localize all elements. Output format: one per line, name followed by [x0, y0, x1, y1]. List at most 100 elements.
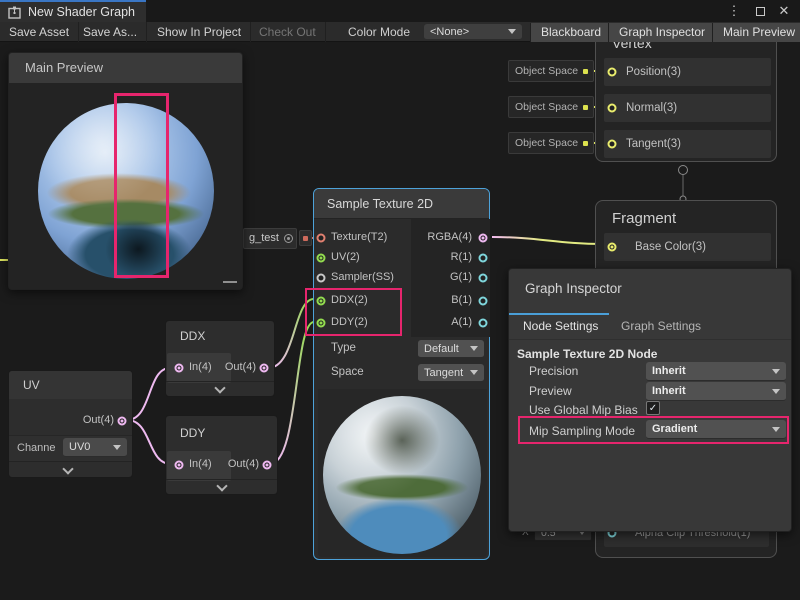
- rgba-output-label: RGBA(4): [427, 231, 472, 243]
- ddx-node[interactable]: DDX In(4) Out(4): [165, 320, 275, 397]
- mip-bias-checkbox[interactable]: ✓: [646, 401, 660, 415]
- precision-dropdown[interactable]: Inherit: [646, 362, 786, 381]
- type-dropdown[interactable]: Default: [418, 340, 484, 358]
- space-dropdown[interactable]: Tangent: [418, 364, 484, 382]
- main-preview-panel[interactable]: Main Preview: [8, 52, 243, 290]
- mip-mode-dropdown[interactable]: Gradient: [646, 420, 786, 439]
- base-color-port[interactable]: [608, 243, 617, 252]
- texture-input-port[interactable]: [317, 234, 326, 243]
- base-color-row: Base Color(3): [604, 233, 771, 261]
- tangent-space-pill[interactable]: Object Space: [508, 132, 594, 154]
- gtest-property-node[interactable]: g_test: [243, 228, 297, 249]
- gtest-output-port[interactable]: [303, 236, 308, 241]
- position-space-pill[interactable]: Object Space: [508, 60, 594, 82]
- color-mode-dropdown[interactable]: <None>: [424, 24, 522, 40]
- chevron-down-icon[interactable]: [62, 463, 73, 474]
- base-color-label: Base Color(3): [635, 233, 706, 261]
- b-output-label: B(1): [451, 294, 472, 306]
- tab-node-settings[interactable]: Node Settings: [523, 319, 598, 333]
- binding-dot-icon: [583, 105, 588, 110]
- tab-graph-settings[interactable]: Graph Settings: [621, 319, 701, 333]
- maximize-icon[interactable]: [750, 0, 770, 22]
- b-output-port[interactable]: [479, 297, 488, 306]
- save-asset-button[interactable]: Save Asset: [0, 22, 79, 42]
- sample-texture-2d-node[interactable]: Sample Texture 2D Texture(T2) UV(2) Samp…: [313, 188, 490, 560]
- uv-input-port[interactable]: [317, 254, 326, 263]
- uv-node-titlebar[interactable]: UV: [9, 371, 132, 399]
- blackboard-toggle-button[interactable]: Blackboard: [530, 23, 611, 42]
- vertex-normal-row: Normal(3): [604, 94, 771, 122]
- ddy-node[interactable]: DDY In(4) Out(4): [165, 415, 278, 495]
- edge-uv-ddx[interactable]: [127, 368, 170, 420]
- ddy-out-label: Out(4): [228, 458, 259, 470]
- ddx-in-label: In(4): [189, 361, 212, 373]
- window-titlebar[interactable]: New Shader Graph ⋮ ✕: [0, 0, 800, 22]
- close-icon[interactable]: ✕: [774, 0, 794, 22]
- r-output-label: R(1): [451, 251, 472, 263]
- ddy-out-port[interactable]: [263, 461, 272, 470]
- node-preview-area: [318, 389, 487, 557]
- ddx-input-port[interactable]: [317, 297, 326, 306]
- channel-dropdown[interactable]: UV0: [63, 438, 127, 457]
- normal-space-pill[interactable]: Object Space: [508, 96, 594, 118]
- dropdown-arrow-icon: [470, 346, 478, 351]
- sample-node-titlebar[interactable]: Sample Texture 2D: [314, 189, 489, 219]
- graph-inspector-title: Graph Inspector: [525, 281, 622, 296]
- mip-mode-label: Mip Sampling Mode: [529, 424, 635, 438]
- uv-collapse-strip[interactable]: [9, 461, 132, 478]
- ddy-input-port[interactable]: [317, 319, 326, 328]
- tangent-port-label: Tangent(3): [626, 130, 681, 158]
- dropdown-arrow-icon: [508, 29, 516, 34]
- mip-bias-label: Use Global Mip Bias: [529, 403, 638, 417]
- g-output-port[interactable]: [479, 274, 488, 283]
- ddy-input-label: DDY(2): [331, 316, 368, 328]
- a-output-port[interactable]: [479, 319, 488, 328]
- kebab-menu-icon[interactable]: ⋮: [724, 0, 744, 22]
- type-label: Type: [331, 342, 356, 354]
- shader-graph-icon: [8, 6, 21, 19]
- edge-rgba-basecolor[interactable]: [492, 237, 604, 244]
- texture-input-label: Texture(T2): [331, 231, 387, 243]
- ddx-input-label: DDX(2): [331, 294, 368, 306]
- resize-handle[interactable]: [223, 281, 237, 283]
- ddy-in-port[interactable]: [175, 461, 184, 470]
- main-preview-header[interactable]: Main Preview: [9, 53, 242, 83]
- gtest-label: g_test: [249, 229, 279, 248]
- uv-out-port[interactable]: [118, 417, 127, 426]
- show-in-project-button[interactable]: Show In Project: [148, 22, 251, 42]
- g-output-label: G(1): [450, 271, 472, 283]
- chevron-down-icon[interactable]: [214, 382, 225, 393]
- dropdown-arrow-icon: [470, 370, 478, 375]
- shader-graph-tab[interactable]: New Shader Graph: [0, 0, 146, 22]
- dropdown-arrow-icon: [772, 427, 780, 432]
- ddx-in-port[interactable]: [175, 364, 184, 373]
- ddy-in-label: In(4): [189, 458, 212, 470]
- chevron-down-icon[interactable]: [216, 480, 227, 491]
- gtest-output-port-box[interactable]: [299, 230, 312, 246]
- uv-input-label: UV(2): [331, 251, 360, 263]
- ddx-out-port[interactable]: [260, 364, 269, 373]
- save-as-button[interactable]: Save As...: [74, 22, 147, 42]
- binding-dot-icon: [583, 141, 588, 146]
- uv-node[interactable]: UV Out(4) Channe UV0: [8, 370, 133, 478]
- main-preview-toggle-button[interactable]: Main Preview: [712, 23, 800, 42]
- preview-dropdown[interactable]: Inherit: [646, 382, 786, 401]
- main-preview-body: [9, 83, 242, 289]
- tab-divider: [509, 339, 791, 340]
- vertex-node[interactable]: Vertex Position(3) Normal(3) Tangent(3): [595, 28, 777, 162]
- graph-inspector-toggle-button[interactable]: Graph Inspector: [608, 23, 715, 42]
- graph-inspector-panel[interactable]: Graph Inspector Node Settings Graph Sett…: [508, 268, 792, 532]
- sampler-input-port[interactable]: [317, 274, 326, 283]
- position-port[interactable]: [608, 68, 617, 77]
- uv-node-title: UV: [23, 378, 40, 392]
- ddy-collapse-strip[interactable]: [166, 479, 277, 495]
- ddy-node-title: DDY: [180, 426, 205, 440]
- rgba-output-port[interactable]: [479, 234, 488, 243]
- color-mode-value: <None>: [430, 26, 504, 38]
- mip-mode-value: Gradient: [652, 423, 768, 435]
- tree-environment-sphere-preview: [323, 396, 481, 554]
- normal-port[interactable]: [608, 104, 617, 113]
- tangent-port[interactable]: [608, 140, 617, 149]
- r-output-port[interactable]: [479, 254, 488, 263]
- ddx-collapse-strip[interactable]: [166, 381, 274, 397]
